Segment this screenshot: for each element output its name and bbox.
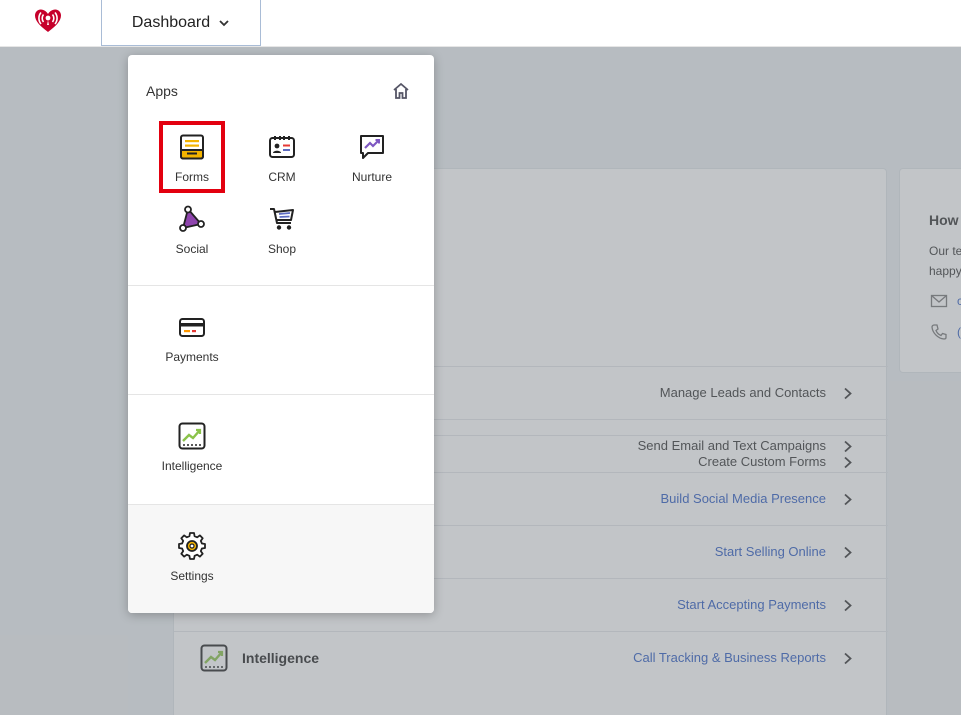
app-tile-forms[interactable]: Forms [159,121,225,193]
forms-icon [180,134,204,160]
app-tile-label: CRM [268,170,296,184]
app-tile-nurture[interactable]: Nurture [339,121,405,193]
app-tile-label: Nurture [351,170,392,184]
crm-icon [269,136,295,158]
app-tile-label: Forms [175,170,209,184]
shop-icon [270,208,294,230]
iheart-logo-icon[interactable] [30,5,66,35]
intelligence-icon [178,422,206,450]
app-tile-payments[interactable]: Payments [159,301,225,373]
app-tile-crm[interactable]: CRM [249,121,315,193]
top-bar: Dashboard [0,0,961,47]
chevron-down-icon [219,19,229,26]
app-tile-shop[interactable]: Shop [249,193,315,265]
payments-icon [179,318,205,337]
social-icon [179,205,205,232]
divider [128,394,434,395]
divider [128,285,434,286]
gear-icon [178,532,206,560]
dashboard-dropdown-button[interactable]: Dashboard [101,0,261,46]
dashboard-label: Dashboard [131,13,211,31]
app-tile-label: Intelligence [161,459,223,473]
app-tile-label: Payments [165,350,219,364]
app-tile-social[interactable]: Social [159,193,225,265]
app-tile-label: Settings [170,569,214,583]
nurture-icon [360,135,384,159]
apps-dropdown-panel: Apps Forms CRM Nurture Social Shop Payme… [128,55,434,613]
app-tile-settings[interactable]: Settings [159,520,225,592]
app-tile-label: Shop [267,242,297,256]
app-tile-intelligence[interactable]: Intelligence [154,410,230,482]
app-tile-label: Social [175,242,209,256]
home-icon[interactable] [391,81,411,101]
apps-title: Apps [146,83,178,99]
